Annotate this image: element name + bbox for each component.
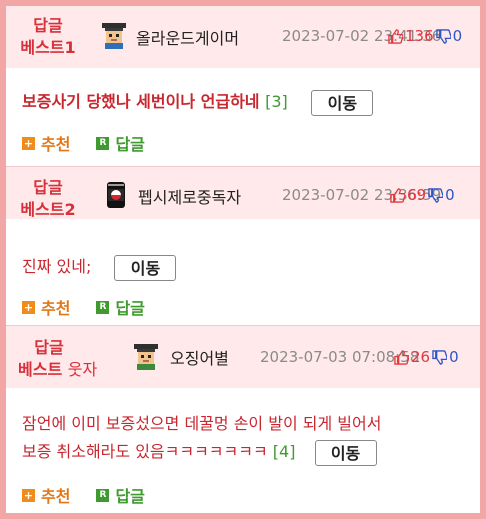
reply-label: 답글 (115, 487, 145, 506)
vote-box: 26 0 (394, 348, 459, 366)
down-count: 0 (449, 348, 459, 366)
thumbs-down-icon[interactable] (432, 349, 448, 365)
author-nickname[interactable]: 올라운드게이머 (136, 25, 239, 49)
action-bar: + 추천 R 답글 (22, 483, 171, 507)
up-count: 136 (405, 27, 434, 45)
reply-icon: R (96, 488, 110, 502)
reply-label: 답글 (115, 299, 145, 318)
soda-can-avatar-icon[interactable] (102, 181, 130, 209)
recommend-label: 추천 (41, 299, 71, 318)
reply-text: 잠언에 이미 보증섰으면 데꿀멍 손이 발이 되게 빌어서 보증 취소해라도 있… (22, 410, 472, 466)
up-count: 69 (407, 186, 427, 204)
reply-text-line-2: 보증 취소해라도 있음ㅋㅋㅋㅋㅋㅋㅋ (22, 442, 268, 461)
thumbs-up-icon[interactable] (388, 28, 403, 44)
reply-button[interactable]: R 답글 (96, 131, 145, 155)
pixel-graduate-avatar-icon[interactable] (132, 342, 160, 370)
recommend-button[interactable]: + 추천 (22, 295, 70, 319)
thumbs-up-icon[interactable] (390, 187, 405, 203)
plus-icon: + (22, 300, 35, 314)
best-badge: 답글 베스트1 (18, 15, 78, 59)
reply-text-content: 보증사기 당했나 세번이나 언급하네 (22, 92, 260, 111)
comment-panel: 답글 베스트1 올라운드게이머 2023-07-02 23:41:36 136 … (6, 6, 480, 513)
author-nickname[interactable]: 오징어별 (170, 345, 229, 369)
thumbs-down-icon[interactable] (435, 28, 451, 44)
reply-text: 진짜 있네; 이동 (22, 253, 177, 281)
reply-count: [4] (272, 442, 296, 461)
badge-bottom-text: 베스트1 (20, 38, 76, 57)
reply-count: [3] (265, 92, 288, 111)
action-bar: + 추천 R 답글 (22, 295, 171, 319)
recommend-label: 추천 (41, 487, 71, 506)
plus-icon: + (22, 488, 35, 502)
down-count: 0 (445, 186, 455, 204)
badge-bottom-text: 베스트2 (20, 200, 76, 219)
best-badge: 답글 베스트 웃자 (18, 337, 108, 381)
best-badge: 답글 베스트2 (18, 177, 78, 221)
recommend-button[interactable]: + 추천 (22, 483, 70, 507)
action-bar: + 추천 R 답글 (22, 131, 171, 155)
go-button[interactable]: 이동 (314, 439, 377, 466)
go-button[interactable]: 이동 (114, 254, 177, 281)
up-count: 26 (411, 348, 431, 366)
best-reply-entry-1: 답글 베스트1 올라운드게이머 2023-07-02 23:41:36 136 … (6, 6, 480, 166)
reply-text-content: 진짜 있네; (22, 257, 92, 276)
badge-top-text: 답글 (33, 178, 63, 197)
thumbs-down-icon[interactable] (428, 187, 444, 203)
reply-icon: R (96, 300, 110, 314)
reply-text: 보증사기 당했나 세번이나 언급하네 [3] 이동 (22, 88, 374, 116)
pixel-graduate-avatar-icon[interactable] (100, 21, 128, 49)
thumbs-up-icon[interactable] (394, 349, 409, 365)
recommend-button[interactable]: + 추천 (22, 131, 70, 155)
best-reply-entry-3: 답글 베스트 웃자 오징어별 2023-07-03 07:08:58 26 0 … (6, 326, 480, 513)
reply-button[interactable]: R 답글 (96, 483, 145, 507)
reply-button[interactable]: R 답글 (96, 295, 145, 319)
badge-bottom-text: 베스트 (18, 360, 63, 379)
badge-suffix: 웃자 (67, 360, 98, 379)
reply-icon: R (96, 136, 110, 150)
vote-box: 69 0 (390, 186, 455, 204)
vote-box: 136 0 (388, 27, 462, 45)
down-count: 0 (452, 27, 463, 45)
best-reply-entry-2: 답글 베스트2 펩시제로중독자 2023-07-02 23:36:59 69 0… (6, 167, 480, 325)
reply-text-line-1: 잠언에 이미 보증섰으면 데꿀멍 손이 발이 되게 빌어서 (22, 414, 382, 433)
reply-text-line-2-row: 보증 취소해라도 있음ㅋㅋㅋㅋㅋㅋㅋ [4] 이동 (22, 438, 472, 466)
badge-bottom-line: 베스트 웃자 (18, 359, 108, 381)
author-nickname[interactable]: 펩시제로중독자 (138, 184, 241, 208)
plus-icon: + (22, 136, 35, 150)
badge-top-text: 답글 (34, 338, 64, 357)
badge-top-text: 답글 (33, 16, 63, 35)
go-button[interactable]: 이동 (311, 89, 374, 116)
recommend-label: 추천 (41, 135, 71, 154)
reply-label: 답글 (115, 135, 145, 154)
